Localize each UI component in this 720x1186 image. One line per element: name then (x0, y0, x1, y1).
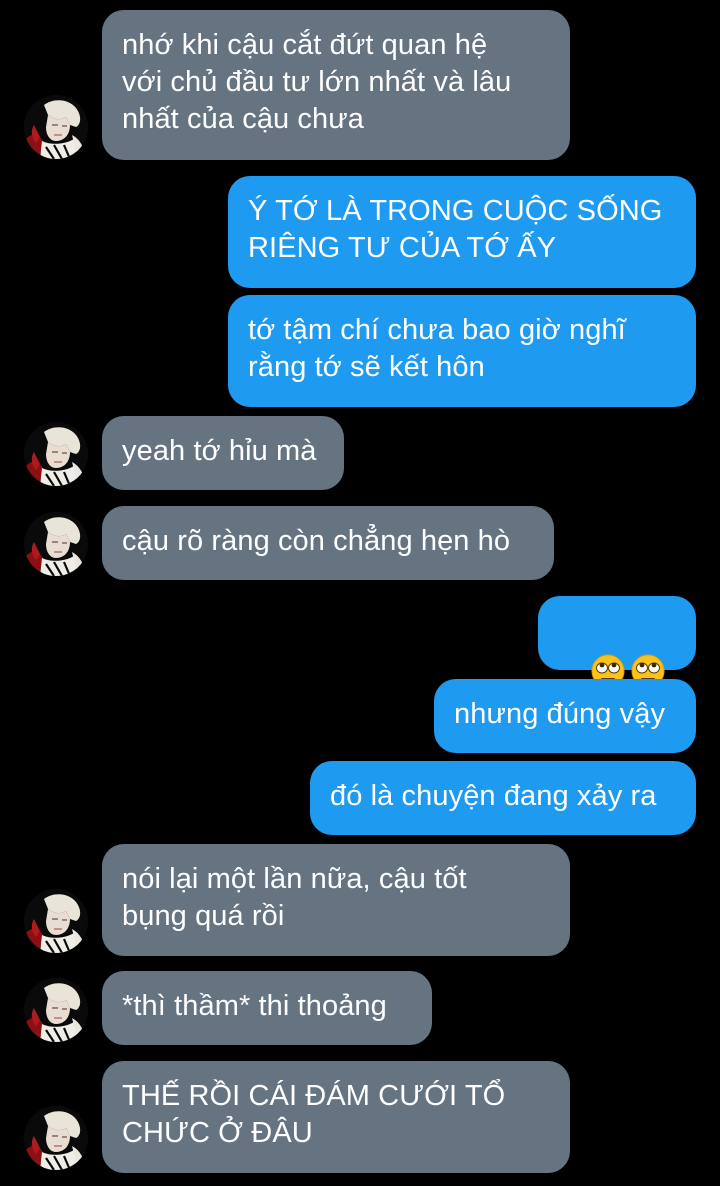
incoming-message-bubble[interactable]: cậu rõ ràng còn chẳng hẹn hò (102, 506, 554, 580)
incoming-message-bubble[interactable]: THẾ RỒI CÁI ĐÁM CƯỚI TỔ CHỨC Ở ĐÂU (102, 1061, 570, 1173)
contact-avatar[interactable] (24, 95, 88, 159)
outgoing-message-bubble[interactable]: đó là chuyện đang xảy ra (310, 761, 696, 835)
contact-avatar[interactable] (24, 889, 88, 953)
avatar-photo-icon (24, 422, 88, 486)
outgoing-message-bubble[interactable]: tớ tậm chí chưa bao giờ nghĩ rằng tớ sẽ … (228, 295, 696, 407)
incoming-message-bubble[interactable]: yeah tớ hỉu mà (102, 416, 344, 490)
avatar-photo-icon (24, 512, 88, 576)
avatar-photo-icon (24, 889, 88, 953)
avatar-photo-icon (24, 95, 88, 159)
contact-avatar[interactable] (24, 422, 88, 486)
outgoing-emoji-bubble[interactable] (538, 596, 696, 670)
contact-avatar[interactable] (24, 1106, 88, 1170)
avatar-photo-icon (24, 1106, 88, 1170)
incoming-message-bubble[interactable]: *thì thầm* thi thoảng (102, 971, 432, 1045)
outgoing-message-bubble[interactable]: nhưng đúng vậy (434, 679, 696, 753)
incoming-message-bubble[interactable]: nói lại một lần nữa, cậu tốt bụng quá rồ… (102, 844, 570, 956)
outgoing-message-bubble[interactable]: Ý TỚ LÀ TRONG CUỘC SỐNG RIÊNG TƯ CỦA TỚ … (228, 176, 696, 288)
incoming-message-bubble[interactable]: nhớ khi cậu cắt đứt quan hệ với chủ đầu … (102, 10, 570, 160)
contact-avatar[interactable] (24, 512, 88, 576)
contact-avatar[interactable] (24, 978, 88, 1042)
avatar-photo-icon (24, 978, 88, 1042)
